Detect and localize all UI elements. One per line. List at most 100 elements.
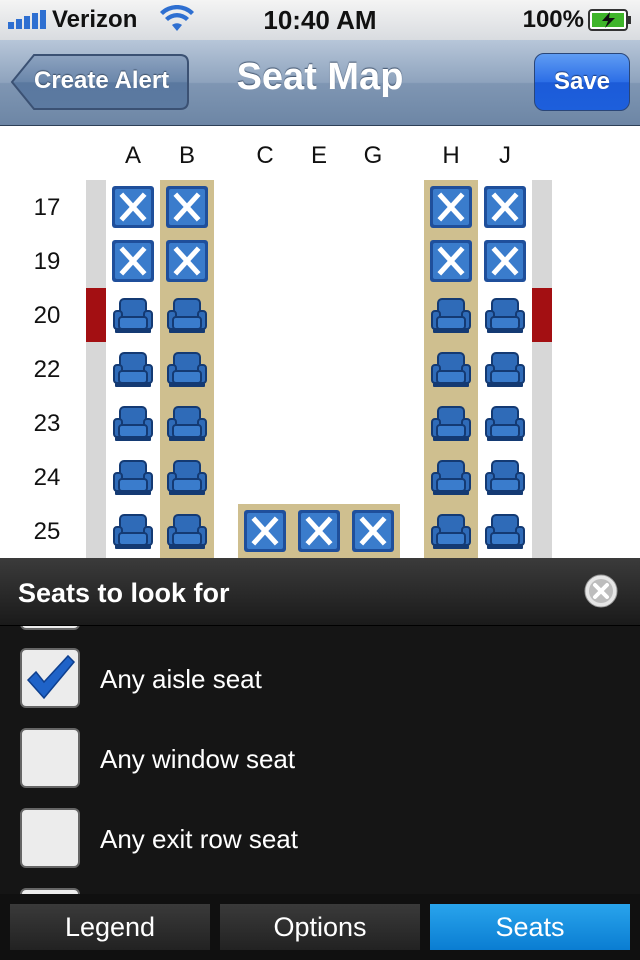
close-circle-icon[interactable] xyxy=(584,574,618,608)
seats-filter-panel: Seats to look for Any aisle seat Any wind… xyxy=(0,558,640,894)
seat-icon xyxy=(167,460,207,495)
column-letter: B xyxy=(178,142,195,169)
x-seat-icon xyxy=(166,240,208,282)
seat-24B[interactable] xyxy=(160,450,214,504)
seat-icon xyxy=(485,514,525,549)
seat-23H[interactable] xyxy=(424,396,478,450)
option-checkbox[interactable] xyxy=(20,626,80,630)
seat-22A[interactable] xyxy=(106,342,160,396)
seat-icon xyxy=(431,352,471,387)
seat-17B[interactable] xyxy=(160,180,214,234)
panel-header: Seats to look for xyxy=(0,558,640,626)
seat-23J[interactable] xyxy=(478,396,532,450)
x-seat-icon xyxy=(244,510,286,552)
seat-25J[interactable] xyxy=(478,504,532,558)
seat-icon xyxy=(431,298,471,333)
seat-icon xyxy=(113,514,153,549)
save-button[interactable]: Save xyxy=(534,53,630,111)
seat-icon xyxy=(431,514,471,549)
seat-icon xyxy=(167,514,207,549)
seat-icon xyxy=(113,406,153,441)
seat-19A[interactable] xyxy=(106,234,160,288)
seat-20A[interactable] xyxy=(106,288,160,342)
seat-icon xyxy=(485,406,525,441)
seat-25C[interactable] xyxy=(238,504,292,558)
battery-charging-icon xyxy=(588,9,631,31)
seat-22B[interactable] xyxy=(160,342,214,396)
seat-19H[interactable] xyxy=(424,234,478,288)
fuselage-wall-left xyxy=(86,180,106,558)
seat-24A[interactable] xyxy=(106,450,160,504)
column-letter: G xyxy=(363,142,383,169)
seat-24J[interactable] xyxy=(478,450,532,504)
column-letter: A xyxy=(124,142,141,169)
panel-title: Seats to look for xyxy=(18,578,230,608)
seat-icon xyxy=(113,298,153,333)
seat-icon xyxy=(431,460,471,495)
seat-25B[interactable] xyxy=(160,504,214,558)
seat-25A[interactable] xyxy=(106,504,160,558)
row-number: 19 xyxy=(33,248,61,275)
option-label: Any aisle seat xyxy=(100,664,262,694)
x-seat-icon xyxy=(298,510,340,552)
x-seat-icon xyxy=(166,186,208,228)
x-seat-icon xyxy=(430,186,472,228)
seat-icon xyxy=(113,460,153,495)
column-letter: H xyxy=(442,142,460,169)
seat-19B[interactable] xyxy=(160,234,214,288)
seat-20J[interactable] xyxy=(478,288,532,342)
seat-22H[interactable] xyxy=(424,342,478,396)
seat-20B[interactable] xyxy=(160,288,214,342)
seat-icon xyxy=(167,298,207,333)
status-bar: Verizon 10:40 AM 100% xyxy=(0,0,640,40)
tab-seats[interactable]: Seats xyxy=(430,904,630,950)
row-number: 17 xyxy=(33,194,61,221)
x-seat-icon xyxy=(484,240,526,282)
x-seat-icon xyxy=(112,186,154,228)
seat-23B[interactable] xyxy=(160,396,214,450)
x-seat-icon xyxy=(484,186,526,228)
option-label: Any window seat xyxy=(100,744,296,774)
seat-25E[interactable] xyxy=(292,504,346,558)
seat-23A[interactable] xyxy=(106,396,160,450)
option-list: Any aisle seat Any window seat Any exit ro… xyxy=(0,626,640,894)
navigation-bar: Create Alert Seat Map Save xyxy=(0,40,640,126)
seat-25G[interactable] xyxy=(346,504,400,558)
x-seat-icon xyxy=(352,510,394,552)
option-checkbox[interactable] xyxy=(20,808,80,868)
exit-row-marker-right xyxy=(532,288,552,342)
seat-icon xyxy=(167,352,207,387)
seat-icon xyxy=(431,406,471,441)
seat-22J[interactable] xyxy=(478,342,532,396)
seat-icon xyxy=(485,352,525,387)
tab-options[interactable]: Options xyxy=(220,904,420,950)
battery-percent: 100% xyxy=(522,6,584,33)
seat-map: A B C E G H J 17 19 20 22 23 24 25 xyxy=(0,126,640,558)
seat-icon xyxy=(485,298,525,333)
seat-17A[interactable] xyxy=(106,180,160,234)
column-letter: E xyxy=(310,142,327,169)
exit-row-marker-left xyxy=(86,288,106,342)
tab-bar: Legend Options Seats xyxy=(0,894,640,960)
tab-legend[interactable]: Legend xyxy=(10,904,210,950)
checkmark-icon xyxy=(26,654,76,700)
x-seat-icon xyxy=(112,240,154,282)
option-checkbox[interactable] xyxy=(20,648,80,708)
seat-17H[interactable] xyxy=(424,180,478,234)
row-number: 25 xyxy=(33,518,61,545)
seat-icon xyxy=(167,406,207,441)
row-number: 24 xyxy=(33,464,61,491)
row-number: 20 xyxy=(33,302,61,329)
column-letter: J xyxy=(499,142,511,169)
option-label: Any exit row seat xyxy=(100,824,298,854)
seat-25H[interactable] xyxy=(424,504,478,558)
seat-24H[interactable] xyxy=(424,450,478,504)
seat-17J[interactable] xyxy=(478,180,532,234)
fuselage-wall-right xyxy=(532,180,552,558)
option-checkbox[interactable] xyxy=(20,728,80,788)
seat-icon xyxy=(113,352,153,387)
seat-icon xyxy=(485,460,525,495)
seat-19J[interactable] xyxy=(478,234,532,288)
column-letter: C xyxy=(256,142,274,169)
seat-20H[interactable] xyxy=(424,288,478,342)
